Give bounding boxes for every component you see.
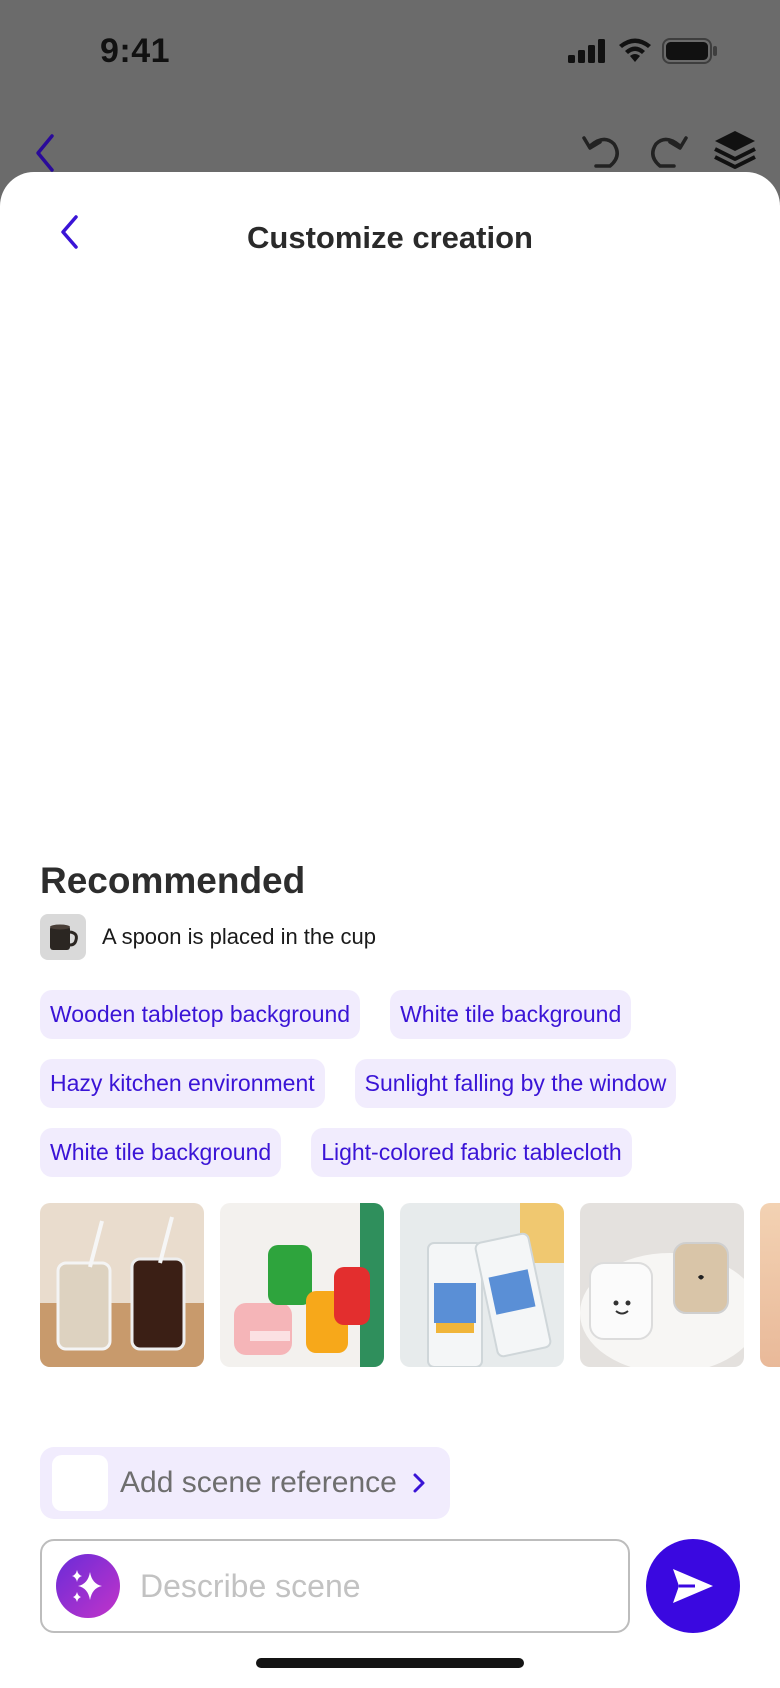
scene-reference-placeholder [52, 1455, 108, 1511]
gallery-image-glasses-wood[interactable] [40, 1203, 204, 1367]
mug-icon [50, 924, 78, 950]
describe-scene-input[interactable] [140, 1567, 580, 1605]
printed-glasses-image [400, 1203, 564, 1367]
chip-hazy-kitchen[interactable]: Hazy kitchen environment [40, 1059, 325, 1108]
gallery-image-paradise-glasses[interactable] [400, 1203, 564, 1367]
customize-creation-sheet: Customize creation Recommended A spoon i… [0, 172, 780, 1688]
status-time: 9:41 [100, 32, 171, 70]
sparkle-icon [72, 1570, 102, 1602]
undo-icon [582, 136, 619, 168]
chip-row: White tile background Light-colored fabr… [40, 1128, 760, 1177]
gallery-image-milk-glasses[interactable] [580, 1203, 744, 1367]
redo-icon [651, 136, 688, 168]
recommended-heading: Recommended [40, 860, 306, 901]
layers-icon [714, 131, 756, 169]
scene-reference-label: Add scene reference [120, 1466, 397, 1499]
milk-glasses-image [580, 1203, 744, 1367]
scene-gallery [40, 1203, 780, 1367]
chip-sunlight-window[interactable]: Sunlight falling by the window [354, 1059, 677, 1108]
suggestion-text: A spoon is placed in the cup [102, 924, 376, 949]
status-icons [568, 38, 718, 64]
suggestion-chips: Wooden tabletop background White tile ba… [40, 990, 760, 1197]
chip-white-tile[interactable]: White tile background [40, 1128, 282, 1177]
home-indicator [256, 1658, 524, 1668]
gallery-image-partial[interactable] [760, 1203, 780, 1367]
status-bar: 9:41 [0, 0, 780, 110]
soda-cans-image [220, 1203, 384, 1367]
send-button[interactable] [646, 1539, 740, 1633]
sheet-header: Customize creation [0, 172, 780, 292]
chip-fabric-tablecloth[interactable]: Light-colored fabric tablecloth [311, 1128, 632, 1177]
wifi-icon [619, 38, 651, 62]
describe-scene-field [40, 1539, 630, 1633]
gallery-image-soda-cans[interactable] [220, 1203, 384, 1367]
recommended-suggestion[interactable]: A spoon is placed in the cup [40, 914, 376, 960]
chip-wooden-tabletop[interactable]: Wooden tabletop background [40, 990, 361, 1039]
chevron-left-icon [36, 134, 54, 172]
chip-row: Hazy kitchen environment Sunlight fallin… [40, 1059, 760, 1108]
add-scene-reference-button[interactable]: Add scene reference [40, 1447, 450, 1519]
sheet-title: Customize creation [247, 220, 533, 255]
iced-coffee-glasses-image [40, 1203, 204, 1367]
cellular-signal-icon [568, 39, 605, 63]
cup-thumbnail [40, 914, 86, 960]
ai-sparkle-button[interactable] [56, 1554, 120, 1618]
battery-icon [662, 38, 717, 64]
chevron-right-icon [413, 1473, 425, 1493]
send-icon [673, 1569, 713, 1603]
chip-row: Wooden tabletop background White tile ba… [40, 990, 760, 1039]
chip-white-tile[interactable]: White tile background [390, 990, 632, 1039]
